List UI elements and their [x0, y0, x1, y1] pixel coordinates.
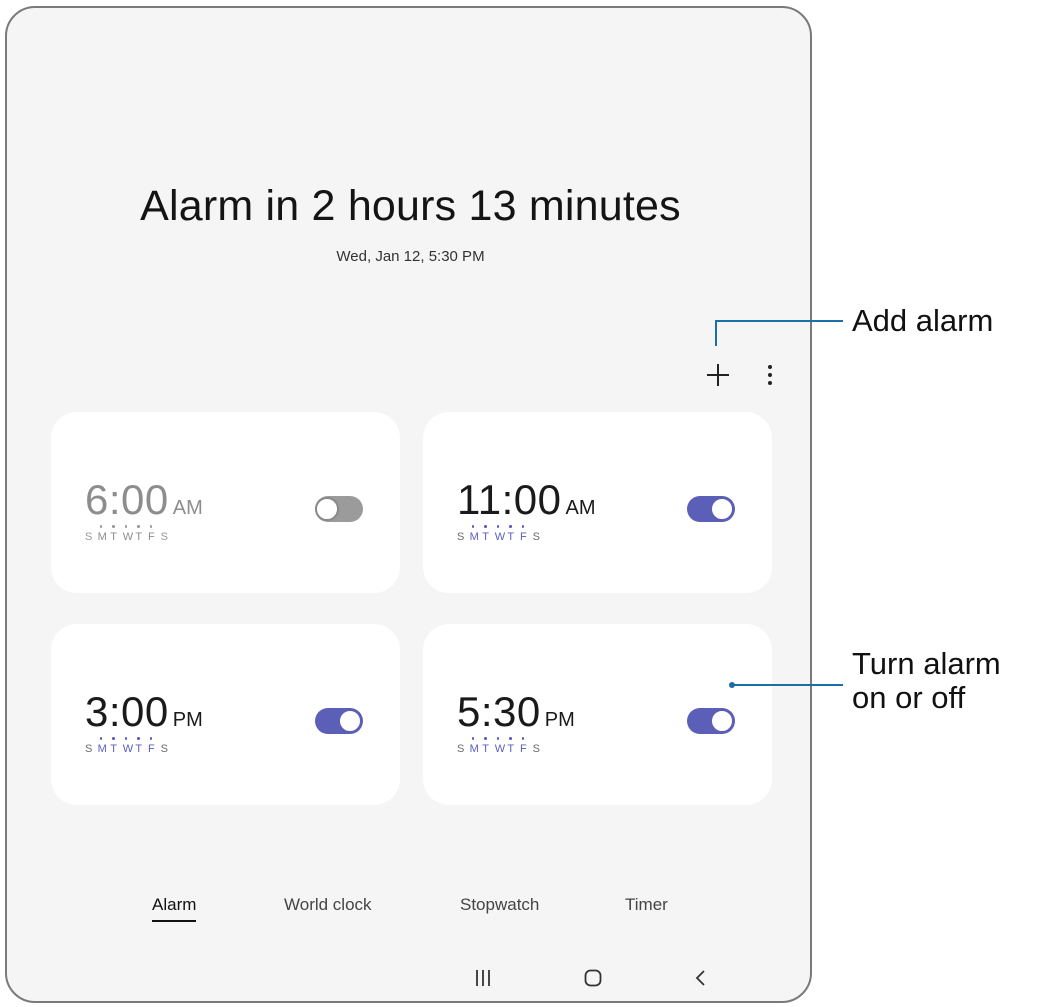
callout-leader-lines	[715, 320, 843, 688]
toggle-alarm-callout-line: on or off	[852, 680, 966, 715]
toggle-alarm-callout: Turn alarm on or off	[852, 647, 1001, 715]
add-alarm-callout: Add alarm	[852, 303, 994, 338]
toggle-alarm-callout-line: Turn alarm	[852, 646, 1001, 681]
